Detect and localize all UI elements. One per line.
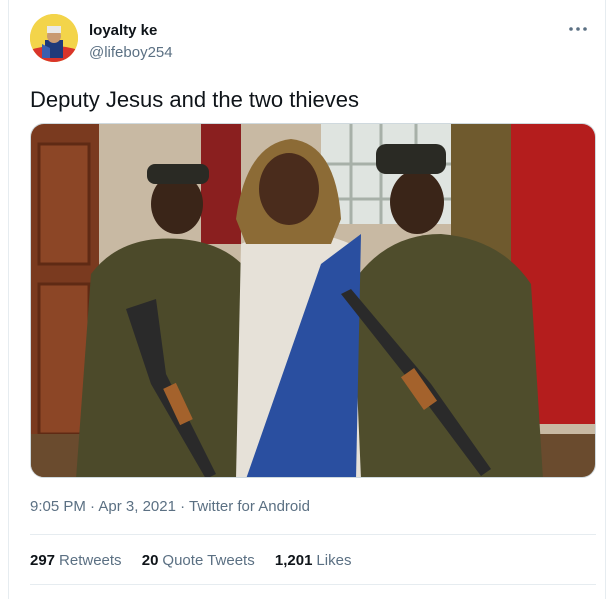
retweets-label: Retweets <box>59 552 122 569</box>
tweet-text: Deputy Jesus and the two thieves <box>30 87 359 112</box>
more-options-icon[interactable] <box>567 22 589 36</box>
retweets-count: 297 <box>30 552 56 569</box>
divider <box>30 534 596 535</box>
retweets-stat[interactable]: 297 Retweets <box>30 552 122 569</box>
likes-count: 1,201 <box>274 552 313 569</box>
quotes-count: 20 <box>141 552 159 569</box>
author-handle[interactable]: @lifeboy254 <box>89 44 173 61</box>
divider <box>30 584 596 585</box>
author-avatar[interactable] <box>30 14 78 62</box>
profile-avatar-icon <box>30 14 78 62</box>
quote-tweets-stat[interactable]: 20 Quote Tweets <box>142 552 255 569</box>
meta-separator: · <box>180 498 186 515</box>
likes-label: Likes <box>316 552 352 569</box>
tweet-time[interactable]: 9:05 PM <box>30 498 86 515</box>
likes-stat[interactable]: 1,201 Likes <box>275 552 352 569</box>
tweet-photo[interactable] <box>30 123 596 478</box>
tweet-meta: 9:05 PM · Apr 3, 2021 · Twitter for Andr… <box>30 498 310 515</box>
tweet-stats: 297 Retweets 20 Quote Tweets 1,201 Likes <box>30 552 367 569</box>
photo-image <box>31 124 595 477</box>
quotes-label: Quote Tweets <box>162 552 255 569</box>
tweet-source[interactable]: Twitter for Android <box>189 498 310 515</box>
meta-separator: · <box>90 498 96 515</box>
tweet-card: loyalty ke @lifeboy254 Deputy Jesus and … <box>8 0 606 599</box>
tweet-date[interactable]: Apr 3, 2021 <box>98 498 176 515</box>
author-display-name[interactable]: loyalty ke <box>89 22 157 39</box>
